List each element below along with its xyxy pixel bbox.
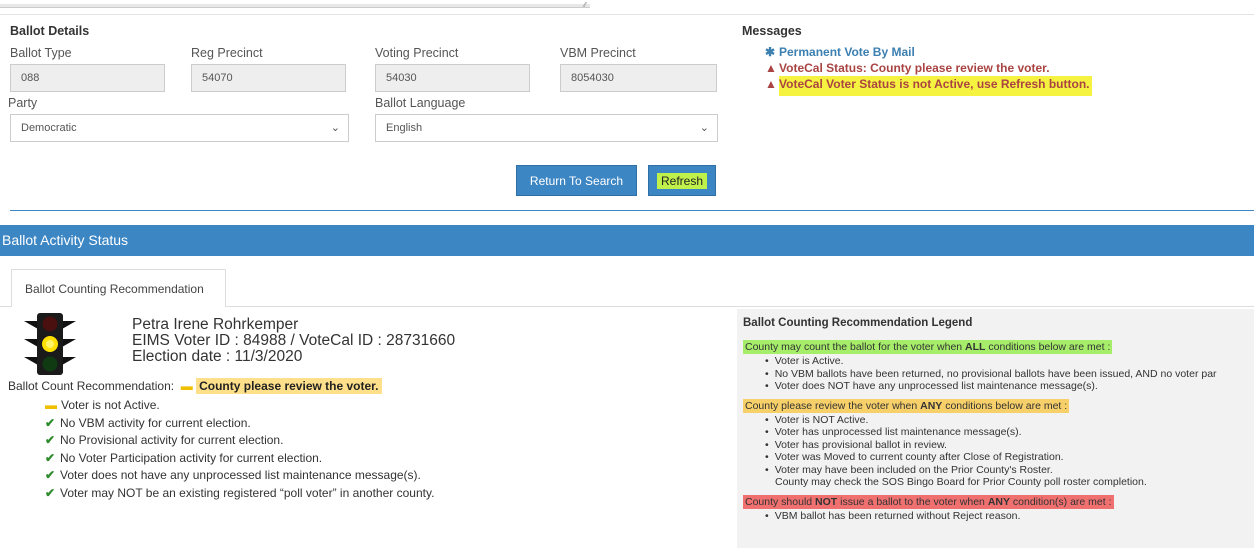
list-item: Voter is NOT Active. xyxy=(765,414,1254,427)
message-item: ▲ VoteCal Status: County please review th… xyxy=(765,60,1245,76)
check-text: Voter is not Active. xyxy=(61,398,160,412)
divider xyxy=(0,14,1254,15)
party-label: Party xyxy=(8,96,38,110)
message-text: Permanent Vote By Mail xyxy=(779,45,915,59)
legend-red-header: County should NOT issue a ballot to the … xyxy=(743,494,1114,509)
messages-list: ✱ Permanent Vote By Mail ▲ VoteCal Status:… xyxy=(765,44,1245,94)
legend-title: Ballot Counting Recommendation Legend xyxy=(743,317,973,329)
list-item: Voter may have been included on the Prio… xyxy=(765,464,1254,477)
messages-title: Messages xyxy=(742,24,802,38)
list-item: Voter has provisional ballot in review. xyxy=(765,439,1254,452)
recommendation-line: Ballot Count Recommendation: ▬ County pl… xyxy=(8,378,382,394)
ballot-language-select[interactable]: English ⌄ xyxy=(375,114,718,142)
checkmark-icon: ✔ xyxy=(45,468,56,482)
party-select-value: Democratic xyxy=(21,122,77,134)
voter-name: Petra Irene Rohrkemper xyxy=(132,316,299,333)
list-item: No VBM ballots have been returned, no pr… xyxy=(765,368,1254,381)
voting-precinct-label: Voting Precinct xyxy=(375,46,459,60)
reg-precinct-label: Reg Precinct xyxy=(191,46,263,60)
check-text: Voter does not have any unprocessed list… xyxy=(60,468,421,482)
message-item: ▲ VoteCal Voter Status is not Active, use… xyxy=(765,76,1245,94)
election-date: Election date : 11/3/2020 xyxy=(132,348,303,365)
recommendation-value: County please review the voter. xyxy=(196,378,382,394)
tab-bar-line xyxy=(0,306,1254,307)
textarea-edge xyxy=(0,4,590,8)
list-item: Voter has unprocessed list maintenance m… xyxy=(765,426,1254,439)
check-list: ▬ Voter is not Active. ✔ No VBM activity f… xyxy=(45,397,434,502)
legend-yellow-header: County please review the voter when ANY … xyxy=(743,398,1070,413)
ballot-activity-banner: Ballot Activity Status xyxy=(0,225,1254,256)
recommendation-label: Ballot Count Recommendation: xyxy=(8,379,175,393)
check-text: No VBM activity for current election. xyxy=(60,415,251,430)
check-text: No Voter Participation activity for curr… xyxy=(60,450,323,465)
list-item: ✔ No Provisional activity for current ele… xyxy=(45,432,434,450)
traffic-light-icon xyxy=(24,313,76,375)
legend-red-list: VBM ballot has been returned without Rej… xyxy=(765,510,1254,523)
message-text-highlighted: VoteCal Voter Status is not Active, use … xyxy=(779,76,1092,94)
yellow-dash-icon: ▬ xyxy=(45,398,57,412)
list-item: ✔ Voter does not have any unprocessed lis… xyxy=(45,467,434,485)
voter-ids: EIMS Voter ID : 84988 / VoteCal ID : 287… xyxy=(132,332,456,349)
legend-green-list: Voter is Active. No VBM ballots have bee… xyxy=(765,355,1254,393)
checkmark-icon: ✔ xyxy=(45,450,56,465)
legend-yellow-list: Voter is NOT Active. Voter has unprocess… xyxy=(765,414,1254,489)
refresh-button[interactable]: Refresh xyxy=(648,165,716,196)
refresh-button-label: Refresh xyxy=(656,173,708,189)
message-text: VoteCal Status: County please review the… xyxy=(779,61,1050,75)
checkmark-icon: ✔ xyxy=(45,415,56,430)
yellow-dash-icon: ▬ xyxy=(177,379,197,393)
list-item: ✔ No Voter Participation activity for cur… xyxy=(45,450,434,468)
list-item: Voter was Moved to current county after … xyxy=(765,451,1254,464)
section-divider xyxy=(10,210,1254,211)
recommendation-legend: Ballot Counting Recommendation Legend Co… xyxy=(737,309,1254,548)
resize-grip-icon[interactable]: ⁄⁄ xyxy=(584,2,586,9)
ballot-language-value: English xyxy=(386,122,423,134)
ballot-type-label: Ballot Type xyxy=(10,46,72,60)
message-item: ✱ Permanent Vote By Mail xyxy=(765,44,1245,60)
list-item: ✔ No VBM activity for current election. xyxy=(45,415,434,433)
check-text: No Provisional activity for current elec… xyxy=(60,433,284,447)
voting-precinct-field[interactable]: 54030 xyxy=(375,64,530,92)
reg-precinct-field[interactable]: 54070 xyxy=(191,64,346,92)
asterisk-icon: ✱ xyxy=(765,45,776,59)
list-item: County may check the SOS Bingo Board for… xyxy=(775,476,1147,488)
list-item: Voter does NOT have any unprocessed list… xyxy=(765,380,1254,393)
checkmark-icon: ✔ xyxy=(45,485,56,500)
tab-ballot-counting-recommendation[interactable]: Ballot Counting Recommendation xyxy=(11,269,226,307)
legend-green-header: County may count the ballot for the vote… xyxy=(743,340,1113,354)
list-item: VBM ballot has been returned without Rej… xyxy=(765,510,1254,523)
voter-info: Petra Irene Rohrkemper EIMS Voter ID : 8… xyxy=(132,317,455,365)
list-item: ✔ Voter may NOT be an existing registered… xyxy=(45,485,434,503)
vbm-precinct-label: VBM Precinct xyxy=(560,46,636,60)
list-item: ▬ Voter is not Active. xyxy=(45,397,434,415)
checkmark-icon: ✔ xyxy=(45,433,56,447)
list-item: Voter is Active. xyxy=(765,355,1254,368)
vbm-precinct-field[interactable]: 8054030 xyxy=(560,64,717,92)
warning-icon: ▲ xyxy=(765,61,777,75)
party-select[interactable]: Democratic ⌄ xyxy=(10,114,349,142)
warning-icon: ▲ xyxy=(765,77,777,91)
ballot-details-title: Ballot Details xyxy=(10,24,90,38)
top-scroll-strip: ⁄⁄ xyxy=(0,0,600,10)
check-text: Voter may NOT be an existing registered … xyxy=(60,485,435,500)
return-to-search-button[interactable]: Return To Search xyxy=(516,165,637,196)
ballot-language-label: Ballot Language xyxy=(375,96,466,110)
ballot-type-field[interactable]: 088 xyxy=(10,64,165,92)
chevron-down-icon: ⌄ xyxy=(330,122,340,134)
chevron-down-icon: ⌄ xyxy=(699,122,709,134)
